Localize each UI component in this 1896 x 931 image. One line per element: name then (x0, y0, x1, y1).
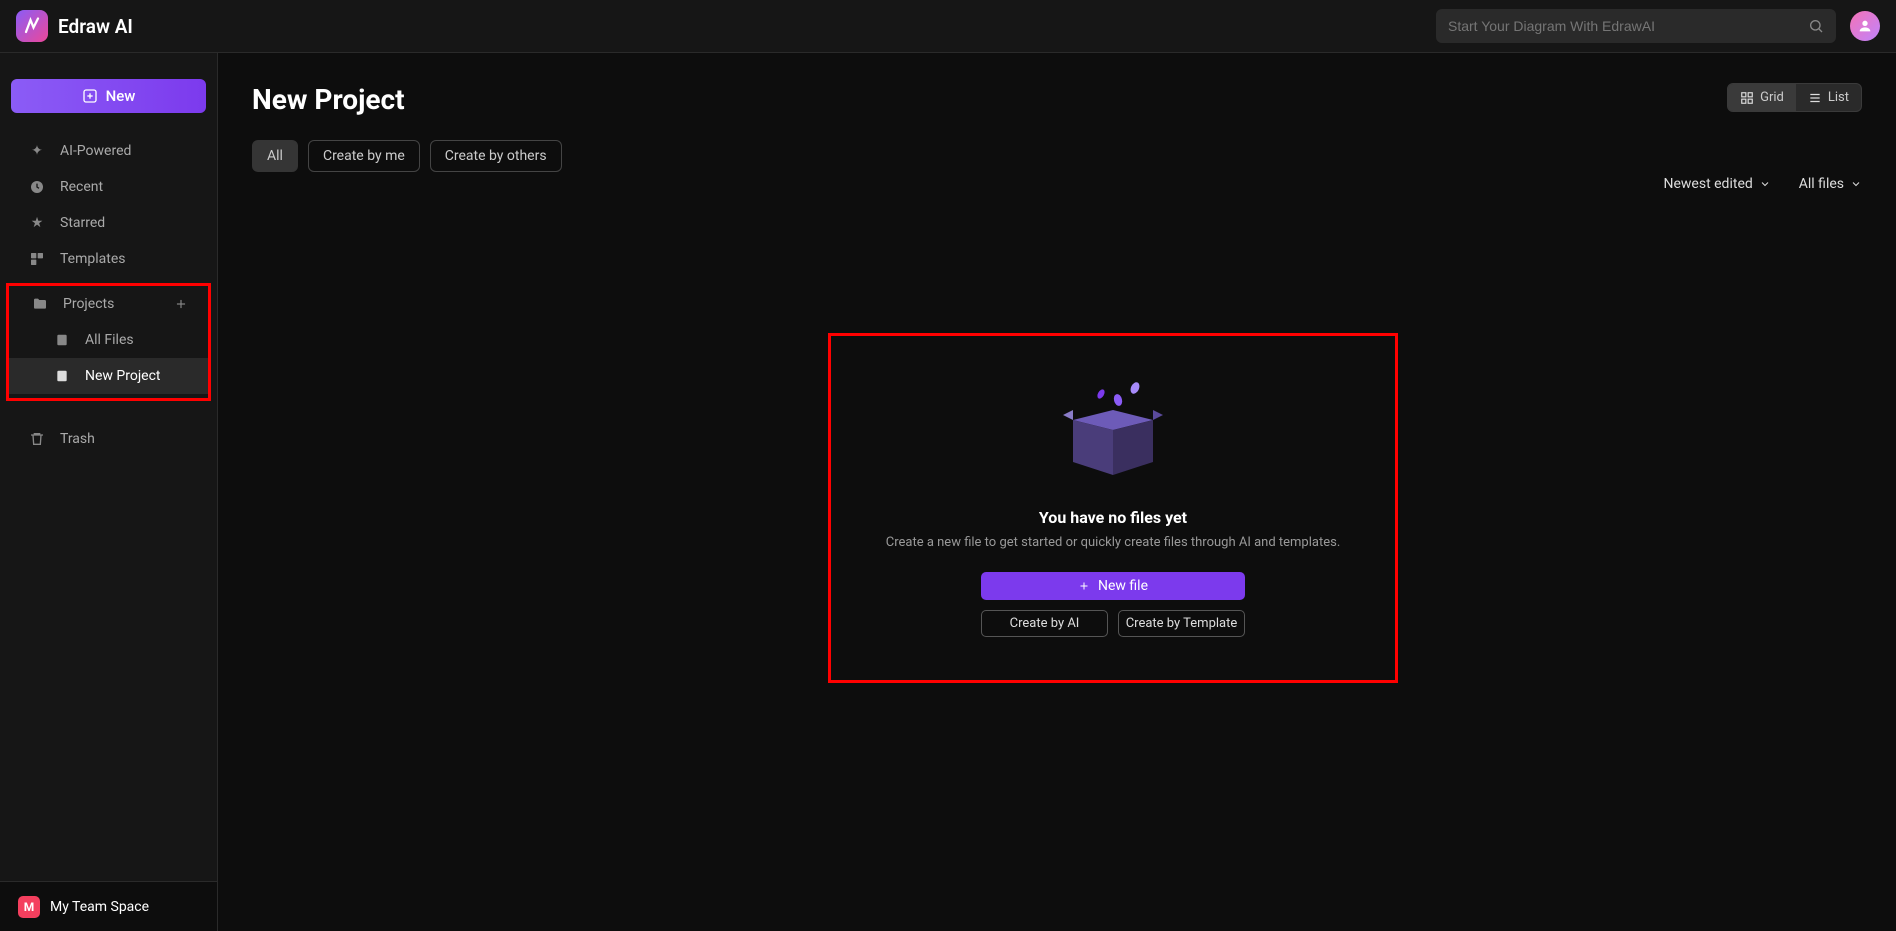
search-box[interactable] (1436, 9, 1836, 43)
view-grid[interactable]: Grid (1728, 84, 1796, 111)
sidebar-item-label: All Files (85, 332, 134, 348)
sidebar-item-templates[interactable]: Templates (0, 241, 217, 277)
avatar[interactable] (1850, 11, 1880, 41)
templates-icon (28, 251, 46, 267)
view-grid-label: Grid (1760, 90, 1784, 105)
new-file-label: New file (1098, 578, 1148, 594)
sidebar-item-ai-powered[interactable]: ✦ AI-Powered (0, 133, 217, 169)
new-file-button[interactable]: New file (981, 572, 1245, 600)
logo-area[interactable]: Edraw AI (16, 10, 133, 42)
trash-icon (28, 431, 46, 447)
sort-label: Newest edited (1664, 176, 1753, 192)
create-by-template-button[interactable]: Create by Template (1118, 610, 1245, 637)
team-label: My Team Space (50, 899, 149, 915)
sidebar-item-trash[interactable]: Trash (0, 421, 217, 457)
filter-label: All files (1799, 176, 1844, 192)
new-button-label: New (106, 87, 136, 105)
sidebar-item-starred[interactable]: ★ Starred (0, 205, 217, 241)
filter-all-files[interactable]: All files (1799, 176, 1862, 192)
new-button[interactable]: New (11, 79, 206, 113)
empty-state-highlight-annotation: You have no files yet Create a new file … (828, 333, 1398, 683)
sidebar-item-label: New Project (85, 368, 161, 384)
filter-tabs: All Create by me Create by others (252, 140, 562, 172)
star-icon: ★ (28, 215, 46, 231)
view-toggle: Grid List (1727, 83, 1862, 112)
sidebar-item-recent[interactable]: Recent (0, 169, 217, 205)
search-icon (1808, 18, 1824, 34)
add-project-icon[interactable] (174, 297, 188, 311)
clock-icon (28, 179, 46, 195)
sidebar-item-label: AI-Powered (60, 143, 131, 159)
sidebar-item-projects[interactable]: Projects (9, 286, 208, 322)
sidebar-item-label: Templates (60, 251, 126, 267)
tab-all[interactable]: All (252, 140, 298, 172)
chevron-down-icon (1850, 178, 1862, 190)
search-input[interactable] (1448, 18, 1800, 34)
sort-newest-edited[interactable]: Newest edited (1664, 176, 1771, 192)
empty-title: You have no files yet (1039, 508, 1187, 527)
app-name: Edraw AI (58, 15, 133, 38)
sidebar-item-label: Trash (60, 431, 95, 447)
sidebar-item-all-files[interactable]: All Files (9, 322, 208, 358)
list-icon (1808, 91, 1822, 105)
sidebar: New ✦ AI-Powered Recent ★ Starred Templa… (0, 53, 218, 931)
folder-icon (31, 296, 49, 312)
app-logo-icon (16, 10, 48, 42)
chevron-down-icon (1759, 178, 1771, 190)
empty-box-illustration (1053, 380, 1173, 480)
sparkle-icon: ✦ (28, 143, 46, 159)
sidebar-item-label: Projects (63, 296, 114, 312)
sidebar-item-new-project[interactable]: New Project (9, 358, 208, 394)
view-list-label: List (1828, 90, 1849, 105)
sidebar-item-label: Starred (60, 215, 105, 231)
files-icon (53, 333, 71, 347)
grid-icon (1740, 91, 1754, 105)
tab-create-by-others[interactable]: Create by others (430, 140, 562, 172)
plus-icon (1078, 580, 1090, 592)
plus-box-icon (82, 88, 98, 104)
empty-subtitle: Create a new file to get started or quic… (886, 535, 1341, 550)
view-list[interactable]: List (1796, 84, 1861, 111)
main-content: New Project All Create by me Create by o… (218, 53, 1896, 931)
header: Edraw AI (0, 0, 1896, 53)
tab-create-by-me[interactable]: Create by me (308, 140, 420, 172)
sidebar-highlight-annotation: Projects All Files New Project (6, 283, 211, 401)
page-title: New Project (252, 83, 562, 116)
sidebar-footer[interactable]: M My Team Space (0, 881, 217, 931)
sidebar-item-label: Recent (60, 179, 103, 195)
team-badge: M (18, 896, 40, 918)
project-icon (53, 369, 71, 383)
create-by-ai-button[interactable]: Create by AI (981, 610, 1108, 637)
